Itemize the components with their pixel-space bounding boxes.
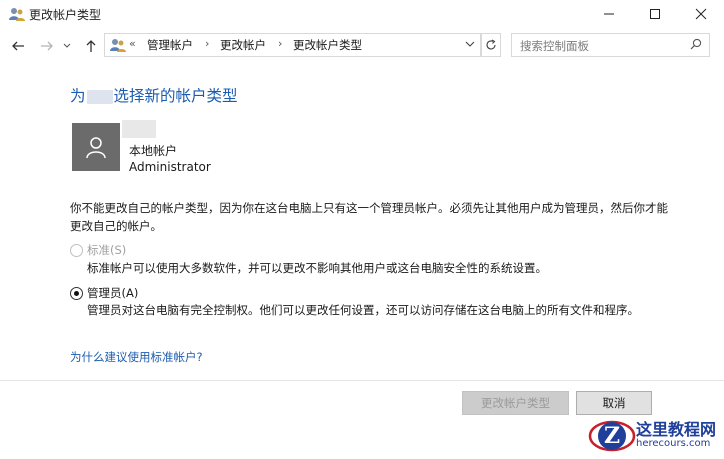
breadcrumb-overflow[interactable]: « — [129, 37, 136, 50]
breadcrumb-separator[interactable]: › — [278, 37, 282, 50]
user-icon — [86, 137, 106, 159]
heading-prefix: 为 — [70, 87, 86, 105]
chevron-down-icon — [63, 43, 71, 48]
minimize-button[interactable] — [586, 0, 632, 28]
refresh-button[interactable] — [481, 33, 501, 57]
breadcrumb-change-account-type[interactable]: 更改帐户类型 — [293, 37, 362, 53]
address-bar[interactable]: « 管理帐户 › 更改帐户 › 更改帐户类型 — [104, 33, 481, 57]
up-arrow-icon — [86, 40, 96, 52]
maximize-button[interactable] — [632, 0, 678, 28]
chevron-down-icon — [465, 41, 475, 47]
redacted-account-name — [122, 120, 156, 138]
page-heading: 为 选择新的帐户类型 — [70, 84, 238, 106]
watermark-title: 这里教程网 — [636, 420, 717, 439]
close-icon — [695, 8, 707, 20]
watermark-url: herecours.com — [636, 438, 711, 449]
window-title: 更改帐户类型 — [29, 8, 102, 22]
cancel-button[interactable]: 取消 — [576, 391, 652, 415]
back-arrow-icon — [12, 41, 24, 51]
recent-locations-button[interactable] — [60, 35, 74, 57]
administrator-description: 管理员对这台电脑有完全控制权。他们可以更改任何设置，还可以访问存储在这台电脑上的… — [87, 303, 639, 317]
redacted-username — [86, 89, 113, 104]
account-type-label: 本地帐户 — [129, 144, 178, 158]
administrator-label[interactable]: 管理员(A) — [87, 285, 138, 301]
users-location-icon — [109, 36, 127, 54]
search-box[interactable]: 搜索控制面板 — [511, 33, 710, 57]
refresh-icon — [486, 39, 496, 50]
address-dropdown-button[interactable] — [465, 38, 475, 53]
standard-radio[interactable] — [70, 244, 83, 257]
radio-selected-dot — [74, 291, 79, 296]
footer-divider — [0, 380, 724, 381]
avatar — [72, 123, 120, 171]
standard-description: 标准帐户可以使用大多数软件，并可以更改不影响其他用户或这台电脑安全性的系统设置。 — [87, 261, 547, 275]
maximize-icon — [650, 9, 660, 19]
why-standard-link[interactable]: 为什么建议使用标准帐户? — [70, 349, 203, 365]
forward-arrow-icon — [41, 41, 53, 51]
heading-suffix: 选择新的帐户类型 — [113, 87, 238, 105]
close-button[interactable] — [678, 0, 724, 28]
minimize-icon — [604, 13, 614, 15]
breadcrumb-separator[interactable]: › — [205, 37, 209, 50]
search-input[interactable]: 搜索控制面板 — [520, 38, 589, 54]
breadcrumb-change-account[interactable]: 更改帐户 — [220, 37, 266, 53]
up-button[interactable] — [80, 35, 102, 57]
notice-text: 你不能更改自己的帐户类型，因为你在这台电脑上只有这一个管理员帐户。必须先让其他用… — [70, 201, 668, 233]
back-button[interactable] — [7, 35, 29, 57]
search-icon[interactable] — [690, 38, 702, 53]
users-app-icon — [8, 5, 26, 23]
account-name-label: Administrator — [129, 160, 211, 174]
watermark-logo-letter: Z — [604, 423, 621, 449]
administrator-radio[interactable] — [70, 287, 83, 300]
standard-label[interactable]: 标准(S) — [87, 242, 126, 258]
breadcrumb-manage-accounts[interactable]: 管理帐户 — [147, 37, 193, 53]
change-account-type-button[interactable]: 更改帐户类型 — [462, 391, 569, 415]
forward-button[interactable] — [36, 35, 58, 57]
